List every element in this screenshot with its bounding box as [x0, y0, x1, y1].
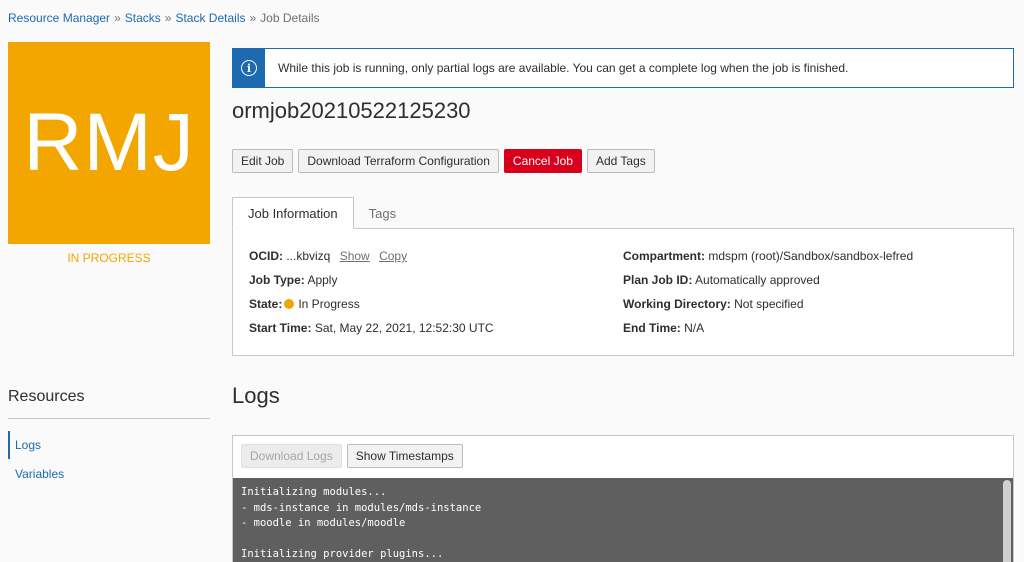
end-time-row: End Time: N/A — [623, 321, 704, 335]
job-actions: Edit Job Download Terraform Configuratio… — [232, 149, 655, 173]
info-banner-icon-box: i — [233, 49, 265, 87]
resources-item-variables[interactable]: Variables — [8, 460, 64, 488]
resources-title: Resources — [8, 388, 85, 405]
tab-tags[interactable]: Tags — [354, 197, 411, 229]
breadcrumb-resource-manager[interactable]: Resource Manager — [8, 11, 110, 25]
job-tile: RMJ — [8, 42, 210, 244]
job-information-panel: OCID: ...kbvizq Show Copy Job Type: Appl… — [232, 228, 1014, 356]
in-progress-dot-icon — [284, 299, 295, 309]
job-type-label: Job Type: — [249, 273, 305, 287]
end-time-label: End Time: — [623, 321, 681, 335]
compartment-value: mdspm (root)/Sandbox/sandbox-lefred — [708, 249, 914, 263]
resources-divider — [8, 418, 210, 419]
breadcrumb-current: Job Details — [260, 11, 320, 25]
info-icon: i — [241, 60, 257, 76]
breadcrumb: Resource Manager» Stacks» Stack Details» Jo… — [8, 11, 320, 25]
plan-job-value: Automatically approved — [695, 273, 820, 287]
page-title: ormjob20210522125230 — [232, 98, 471, 123]
resources-item-logs[interactable]: Logs — [8, 431, 41, 459]
ocid-label: OCID: — [249, 249, 283, 263]
plan-job-label: Plan Job ID: — [623, 273, 693, 287]
breadcrumb-stack-details[interactable]: Stack Details — [175, 11, 245, 25]
download-logs-button[interactable]: Download Logs — [241, 444, 342, 468]
add-tags-button[interactable]: Add Tags — [586, 149, 655, 173]
state-value: In Progress — [298, 297, 360, 311]
breadcrumb-separator: » — [114, 11, 121, 25]
show-timestamps-button[interactable]: Show Timestamps — [346, 444, 463, 468]
breadcrumb-separator: » — [164, 11, 172, 25]
plan-job-row: Plan Job ID: Automatically approved — [623, 273, 820, 287]
state-label: State: — [249, 297, 283, 311]
logs-toolbar: Download Logs Show Timestamps — [241, 444, 463, 468]
start-time-value: Sat, May 22, 2021, 12:52:30 UTC — [314, 321, 494, 335]
info-banner: i While this job is running, only partia… — [232, 48, 1014, 88]
logs-panel: Download Logs Show Timestamps Initializi… — [232, 435, 1014, 562]
job-status-label: IN PROGRESS — [67, 251, 151, 265]
download-terraform-configuration-button[interactable]: Download Terraform Configuration — [298, 149, 499, 173]
cancel-job-button[interactable]: Cancel Job — [503, 149, 582, 173]
breadcrumb-separator: » — [249, 11, 257, 25]
ocid-show-link[interactable]: Show — [340, 249, 370, 263]
log-scrollbar[interactable] — [1003, 480, 1011, 562]
tab-job-information[interactable]: Job Information — [232, 197, 354, 229]
info-banner-message: While this job is running, only partial … — [278, 61, 849, 75]
ocid-copy-link[interactable]: Copy — [379, 249, 407, 263]
start-time-row: Start Time: Sat, May 22, 2021, 12:52:30 … — [249, 321, 494, 335]
working-directory-value: Not specified — [734, 297, 804, 311]
job-type-row: Job Type: Apply — [249, 273, 337, 287]
job-tile-initials: RMJ — [23, 97, 195, 188]
compartment-label: Compartment: — [623, 249, 706, 263]
state-row: State: In Progress — [249, 297, 360, 311]
working-directory-label: Working Directory: — [623, 297, 731, 311]
ocid-value: ...kbvizq — [286, 249, 331, 263]
compartment-row: Compartment: mdspm (root)/Sandbox/sandbo… — [623, 249, 913, 263]
working-directory-row: Working Directory: Not specified — [623, 297, 804, 311]
breadcrumb-stacks[interactable]: Stacks — [125, 11, 161, 25]
ocid-row: OCID: ...kbvizq Show Copy — [249, 249, 407, 263]
log-console: Initializing modules... - mds-instance i… — [233, 478, 1013, 562]
end-time-value: N/A — [684, 321, 705, 335]
logs-title: Logs — [232, 383, 280, 408]
edit-job-button[interactable]: Edit Job — [232, 149, 294, 173]
job-type-value: Apply — [307, 273, 338, 287]
start-time-label: Start Time: — [249, 321, 312, 335]
detail-tabs: Job Information Tags — [232, 197, 411, 229]
